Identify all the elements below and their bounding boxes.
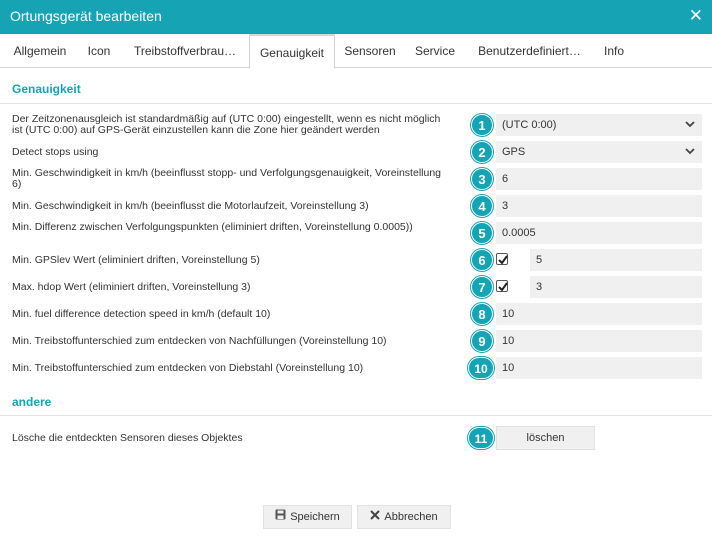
detect-stops-select[interactable]: GPS — [496, 141, 702, 163]
x-icon — [370, 506, 381, 528]
min-distance-input[interactable]: 0.0005 — [496, 222, 702, 244]
hdop-checkbox[interactable] — [496, 280, 508, 292]
tab-allgemein[interactable]: Allgemein — [4, 34, 76, 68]
min-speed-stop-input[interactable]: 6 — [496, 168, 702, 190]
row-label-fuel-detection-speed: Min. fuel difference detection speed in … — [12, 308, 271, 320]
cancel-button[interactable]: Abbrechen — [357, 505, 451, 529]
row-label-fuel-fillings: Min. Treibstoffunterschied zum entdecken… — [12, 335, 387, 347]
row-label-fuel-theft: Min. Treibstoffunterschied zum entdecken… — [12, 362, 364, 374]
row-badge: 6 — [471, 249, 493, 271]
row-badge: 11 — [468, 427, 494, 449]
tab-sensoren[interactable]: Sensoren — [337, 34, 403, 68]
tab-genauigkeit[interactable]: Genauigkeit — [249, 34, 335, 69]
row-badge: 10 — [468, 357, 494, 379]
tab-benutzerdefiniert[interactable]: Benutzerdefiniert… — [467, 34, 592, 68]
row-label-min-distance: Min. Differenz zwischen Verfolgungspunkt… — [12, 221, 413, 233]
detect-stops-value: GPS — [502, 146, 526, 158]
max-hdop-input[interactable]: 3 — [530, 276, 702, 298]
close-icon[interactable]: ✕ — [689, 6, 703, 26]
min-speed-engine-input[interactable]: 3 — [496, 195, 702, 217]
row-label-delete-sensors: Lösche die entdeckten Sensoren dieses Ob… — [12, 432, 243, 444]
save-button[interactable]: Speichern — [263, 505, 352, 529]
section-divider — [0, 103, 712, 104]
tab-service[interactable]: Service — [408, 34, 462, 68]
fuel-detection-speed-input[interactable]: 10 — [496, 303, 702, 325]
timezone-select[interactable]: (UTC 0:00) — [496, 114, 702, 136]
row-label-max-hdop: Max. hdop Wert (eliminiert driften, Vore… — [12, 281, 251, 293]
row-label-min-speed-stop: Min. Geschwindigkeit in km/h (beeinfluss… — [12, 167, 441, 190]
row-label-detect-stops: Detect stops using — [12, 146, 99, 158]
row-badge: 1 — [471, 114, 493, 136]
title-bar: Ortungsgerät bearbeiten ✕ — [0, 0, 712, 34]
section-divider — [0, 415, 712, 416]
save-label: Speichern — [290, 511, 340, 523]
row-label-min-gpslev: Min. GPSlev Wert (eliminiert driften, Vo… — [12, 254, 260, 266]
tab-treibstoffverbrauch[interactable]: Treibstoffverbrau… — [122, 34, 248, 68]
row-badge: 2 — [471, 141, 493, 163]
cancel-label: Abbrechen — [384, 511, 438, 523]
fuel-theft-input[interactable]: 10 — [496, 357, 702, 379]
floppy-disk-icon — [275, 506, 286, 528]
row-badge: 4 — [471, 195, 493, 217]
chevron-down-icon — [684, 117, 696, 131]
row-badge: 7 — [471, 276, 493, 298]
timezone-value: (UTC 0:00) — [502, 119, 557, 131]
section-title-accuracy: Genauigkeit — [12, 82, 81, 96]
delete-sensors-button[interactable]: löschen — [496, 426, 595, 450]
row-label-timezone: Der Zeitzonenausgleich ist standardmäßig… — [12, 113, 441, 136]
tab-bar: Allgemein Icon Treibstoffverbrau… Genaui… — [0, 34, 712, 69]
row-label-min-speed-engine: Min. Geschwindigkeit in km/h (beeinfluss… — [12, 200, 369, 212]
window-title: Ortungsgerät bearbeiten — [10, 8, 162, 24]
chevron-down-icon — [684, 144, 696, 158]
min-gpslev-input[interactable]: 5 — [530, 249, 702, 271]
row-badge: 9 — [471, 330, 493, 352]
row-badge: 5 — [471, 222, 493, 244]
fuel-fillings-input[interactable]: 10 — [496, 330, 702, 352]
section-title-other: andere — [12, 395, 52, 409]
row-badge: 8 — [471, 303, 493, 325]
gpslev-checkbox[interactable] — [496, 253, 508, 265]
tab-info[interactable]: Info — [596, 34, 632, 68]
row-badge: 3 — [471, 168, 493, 190]
tab-icon[interactable]: Icon — [78, 34, 120, 68]
